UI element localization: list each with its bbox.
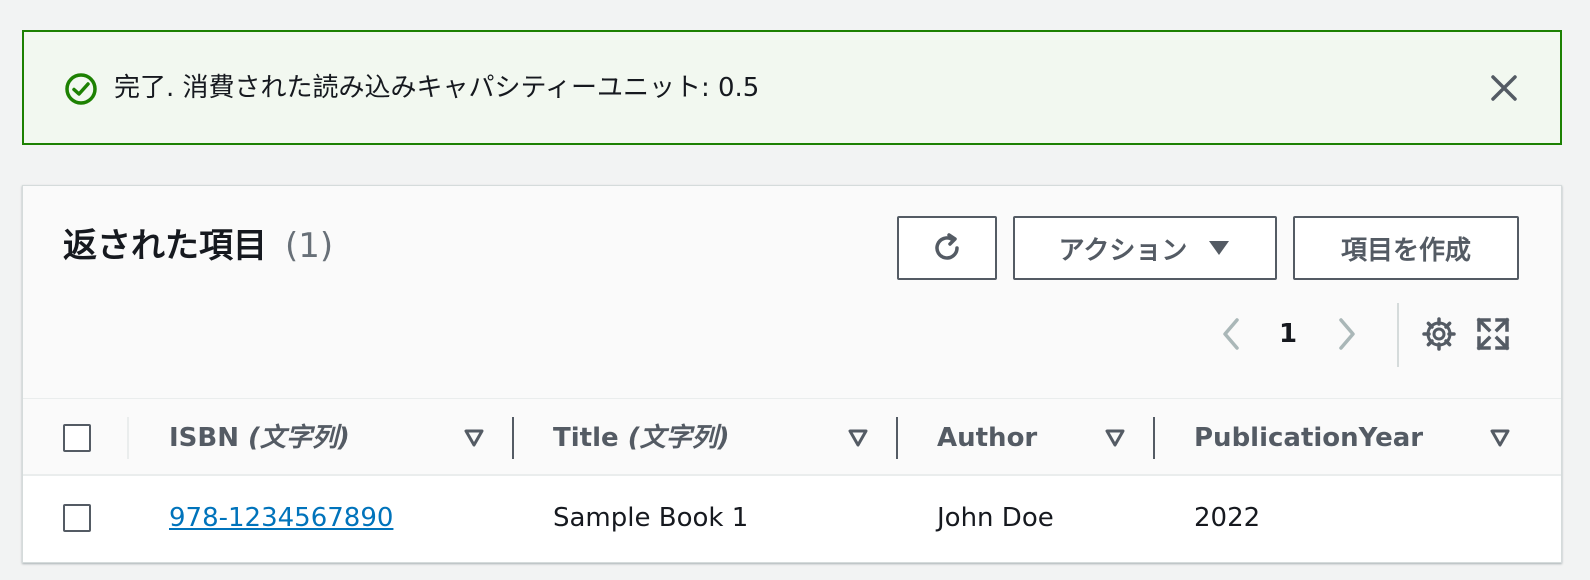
cell-publication-year: 2022 <box>1194 503 1261 533</box>
table-header: ISBN (文字列) Title (文字列) Author Publicatio… <box>23 398 1561 476</box>
column-resizer[interactable] <box>1153 417 1155 459</box>
column-resizer[interactable] <box>512 417 514 459</box>
sort-icon[interactable] <box>463 427 485 449</box>
actions-dropdown-button[interactable]: アクション <box>1013 216 1277 280</box>
column-header-publication-year[interactable]: PublicationYear <box>1194 419 1423 457</box>
success-flash: 完了. 消費された読み込みキャパシティーユニット: 0.5 <box>22 30 1562 145</box>
cell-isbn[interactable]: 978-1234567890 <box>169 498 393 538</box>
panel-title: 返された項目 <box>63 226 267 266</box>
caret-down-icon <box>1209 241 1230 255</box>
items-panel: 返された項目 (1) アクション 項目を作成 1 ISBN (文字列) Titl… <box>22 185 1562 563</box>
column-type: (文字列) <box>627 423 730 453</box>
gear-icon[interactable] <box>1421 316 1457 352</box>
cell-title: Sample Book 1 <box>553 503 749 533</box>
isbn-link[interactable]: 978-1234567890 <box>169 503 393 533</box>
column-divider <box>127 417 129 459</box>
refresh-icon <box>935 233 959 260</box>
current-page[interactable]: 1 <box>1273 314 1303 354</box>
column-header-author[interactable]: Author <box>937 419 1037 457</box>
column-name: PublicationYear <box>1194 423 1424 453</box>
column-header-isbn[interactable]: ISBN (文字列) <box>169 419 350 457</box>
actions-label: アクション <box>1058 235 1188 266</box>
sort-icon[interactable] <box>1489 427 1511 449</box>
column-name: ISBN <box>169 423 239 453</box>
select-all-checkbox[interactable] <box>63 424 91 452</box>
refresh-button[interactable] <box>897 216 997 280</box>
fullscreen-icon[interactable] <box>1475 316 1511 352</box>
column-type: (文字列) <box>248 423 350 453</box>
cell-author: John Doe <box>937 503 1054 533</box>
column-resizer[interactable] <box>896 417 898 459</box>
create-item-label: 項目を作成 <box>1340 235 1471 266</box>
chevron-left-icon[interactable] <box>1213 314 1249 354</box>
chevron-right-icon[interactable] <box>1329 314 1365 354</box>
sort-icon[interactable] <box>1104 427 1126 449</box>
column-header-title[interactable]: Title (文字列) <box>553 419 729 457</box>
table-row[interactable]: 978-1234567890 Sample Book 1 John Doe 20… <box>23 476 1561 562</box>
column-name: Title <box>553 423 619 453</box>
flash-message: 完了. 消費された読み込みキャパシティーユニット: 0.5 <box>114 73 760 103</box>
check-circle-icon <box>65 73 97 105</box>
create-item-button[interactable]: 項目を作成 <box>1293 216 1519 280</box>
close-icon[interactable] <box>1486 70 1522 106</box>
item-count: (1) <box>285 226 334 266</box>
row-checkbox[interactable] <box>63 504 91 532</box>
sort-icon[interactable] <box>847 427 869 449</box>
column-name: Author <box>937 423 1038 453</box>
divider <box>1397 303 1399 367</box>
